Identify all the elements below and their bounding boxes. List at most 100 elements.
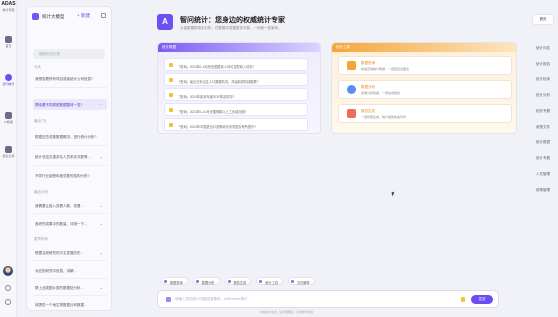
history-item[interactable]: 帮上此类图片类的数据处分析... ⌄ <box>33 282 107 293</box>
ai-disclaimer: 内容由AI生成，请仔细甄别，仅供参考使用 <box>260 310 313 314</box>
settings-icon[interactable] <box>5 285 11 291</box>
chip-data-query[interactable]: 数据查询 <box>161 277 188 285</box>
rail-item-home[interactable]: 首页 <box>0 36 17 48</box>
app-logo: ADAS <box>1 1 16 7</box>
suggested-question[interactable]: 「查询」2024年1-6月份全国居民人均可支配收入情况? <box>164 58 308 71</box>
right-nav-item[interactable]: 统计检索 <box>532 75 554 84</box>
history-group-label: 最近30天 <box>34 190 49 194</box>
rail-item-label: 智问统计 <box>2 82 15 86</box>
right-nav-item[interactable]: 统计专题 <box>532 154 554 163</box>
divider <box>33 165 107 166</box>
tool-description: 一键智能生成，统计报告快速写作 <box>361 115 407 119</box>
sidebar-header: 统计大模型 <box>32 13 65 20</box>
divider <box>33 295 107 296</box>
history-item[interactable]: 不同行业接受年度总数的结构分布? <box>33 170 107 181</box>
avatar[interactable] <box>3 266 13 276</box>
history-item[interactable]: 对应的研究中信息，讲解... <box>33 265 107 276</box>
chevron-down-icon[interactable]: ⌄ <box>100 250 103 255</box>
more-icon[interactable]: ⋯ <box>99 102 103 107</box>
question-icon <box>169 78 173 82</box>
history-sidebar: 统计大模型 + 新建 搜索历史记录 今天 我想查看所有项目或者统计公司信息? 帮… <box>26 6 112 311</box>
chip-report[interactable]: 报告生成 <box>224 277 252 285</box>
question-icon <box>169 93 173 97</box>
document-icon <box>5 146 12 153</box>
mouse-cursor <box>391 191 396 197</box>
divider <box>33 145 107 146</box>
new-chat-button[interactable]: + 新建 <box>77 13 90 19</box>
rail-item-label: 首页 <box>5 44 12 48</box>
tool-name: 数据分析 <box>361 85 375 89</box>
tools-card: 统计工具 数据查询 快速查询统计数据，一键直接出图表 数据分析 多维分析数据，一… <box>331 42 517 134</box>
history-item[interactable]: 请提供一个地生物数据分析数据... <box>33 299 107 310</box>
chevron-down-icon[interactable]: ⌄ <box>100 203 103 208</box>
suggested-question[interactable]: 「查询」2024年1-10月全国规模以上工业增加值? <box>164 103 308 116</box>
history-group-label: 更早时间 <box>34 237 48 241</box>
tool-item-analysis[interactable]: 数据分析 多维分析数据，一键生成报告 <box>338 80 512 99</box>
assistant-logo-icon: A <box>157 14 173 30</box>
right-nav-item[interactable]: 统计问答 <box>532 44 554 53</box>
history-item[interactable]: 各研究成果中的数量，评测一下... ⌄ <box>33 218 107 229</box>
chevron-down-icon[interactable]: ⌄ <box>100 285 103 290</box>
attachment-icon[interactable] <box>166 297 171 302</box>
chip-stats-tool[interactable]: 统计工具 <box>256 277 283 285</box>
chip-data-analysis[interactable]: 数据分析 <box>192 277 220 285</box>
tool-item-query[interactable]: 数据查询 快速查询统计数据，一键直接出图表 <box>338 56 512 75</box>
rail-item-ai-data[interactable]: AI数据 <box>0 112 17 124</box>
chip-file-parse[interactable]: 文件解析 <box>288 277 315 285</box>
history-item-selected[interactable]: 帮给看不同类型数据整体一览? ⋯ <box>33 99 107 110</box>
suggested-question[interactable]: 「查询」最近五年出生人口数据情况，并绘制成折线图表? <box>164 73 308 86</box>
divider <box>33 87 107 88</box>
send-button[interactable]: 发送 <box>471 295 493 304</box>
history-item[interactable]: 我需要让接入查看人数，查看... ⌄ <box>33 200 107 211</box>
rail-item-ask-stats[interactable]: 智问统计 <box>0 74 17 86</box>
right-nav-item[interactable]: 统计报告 <box>532 60 554 69</box>
right-nav-item[interactable]: 政策文件 <box>532 123 554 132</box>
right-rail: 首页 统计问答 统计报告 统计检索 统计分析 相关专题 政策文件 统计数据 统计… <box>526 0 558 317</box>
divider <box>33 260 107 261</box>
chat-input-placeholder[interactable]: 请输入您的统计问题或者需求，shift+enter换行 <box>175 297 247 302</box>
right-nav-item[interactable]: 首页 <box>532 14 554 25</box>
history-item[interactable]: 根据这些总数数据概况，进行统计分析? <box>33 131 107 142</box>
chat-input-box[interactable]: 请输入您的统计问题或者需求，shift+enter换行 发送 <box>157 290 499 308</box>
collapse-sidebar-icon[interactable] <box>101 13 106 18</box>
app-logo-subtitle: 统计专家 <box>2 8 15 12</box>
rail-item-label: AI数据 <box>4 120 13 124</box>
suggested-questions-card: 统计数据 「查询」2024年1-6月份全国居民人均可支配收入情况? 「查询」最近… <box>157 42 321 134</box>
quick-action-chips: 数据查询 数据分析 报告生成 统计工具 文件解析 <box>161 277 320 285</box>
home-icon <box>5 36 12 43</box>
history-search-input[interactable]: 搜索历史记录 <box>33 49 105 59</box>
model-logo-icon <box>32 13 39 20</box>
chat-icon <box>5 74 12 81</box>
rail-item-report-library[interactable]: 报表文库 <box>0 146 17 158</box>
chevron-down-icon[interactable]: ⌄ <box>100 154 103 159</box>
question-icon <box>169 108 173 112</box>
history-group-label: 今天 <box>34 65 41 69</box>
right-nav-item[interactable]: 人员管理 <box>532 170 554 179</box>
left-rail: ADAS 统计专家 首页 智问统计 AI数据 报表文库 <box>0 0 17 317</box>
history-item[interactable]: 统计总结去重多名人员来访次数等... ⌄ <box>33 151 107 162</box>
tool-item-report[interactable]: 报告生成 一键智能生成，统计报告快速写作 <box>338 104 512 123</box>
logout-icon[interactable] <box>5 299 11 305</box>
question-icon <box>169 123 173 127</box>
database-icon <box>5 112 12 119</box>
right-nav-item[interactable]: 统计分析 <box>532 91 554 100</box>
tool-description: 快速查询统计数据，一键直接出图表 <box>361 67 410 71</box>
divider <box>33 278 107 279</box>
right-nav-item[interactable]: 相关专题 <box>532 107 554 116</box>
history-item[interactable]: 我想查看所有项目或者统计公司信息? <box>33 73 107 84</box>
card-header: 统计工具 <box>332 43 516 52</box>
question-icon <box>169 63 173 67</box>
suggested-question[interactable]: 「查询」2024年中国进出口总额增长情况是否有所提升? <box>164 118 308 131</box>
pen-icon[interactable] <box>461 297 465 302</box>
card-header: 统计数据 <box>158 43 320 52</box>
tool-name: 报告生成 <box>361 109 375 113</box>
chevron-down-icon[interactable]: ⌄ <box>100 221 103 226</box>
suggested-question[interactable]: 「查询」2024年各省年度GDP排名情况? <box>164 88 308 101</box>
rail-item-label: 报表文库 <box>2 154 15 158</box>
divider <box>33 213 107 214</box>
cloud-icon <box>347 85 356 94</box>
right-nav-item[interactable]: 政策管理 <box>532 186 554 195</box>
tool-description: 多维分析数据，一键生成报告 <box>361 91 401 95</box>
right-nav-item[interactable]: 统计数据 <box>532 138 554 147</box>
history-item[interactable]: 根据当前研究的中文发展历史... ⌄ <box>33 247 107 258</box>
